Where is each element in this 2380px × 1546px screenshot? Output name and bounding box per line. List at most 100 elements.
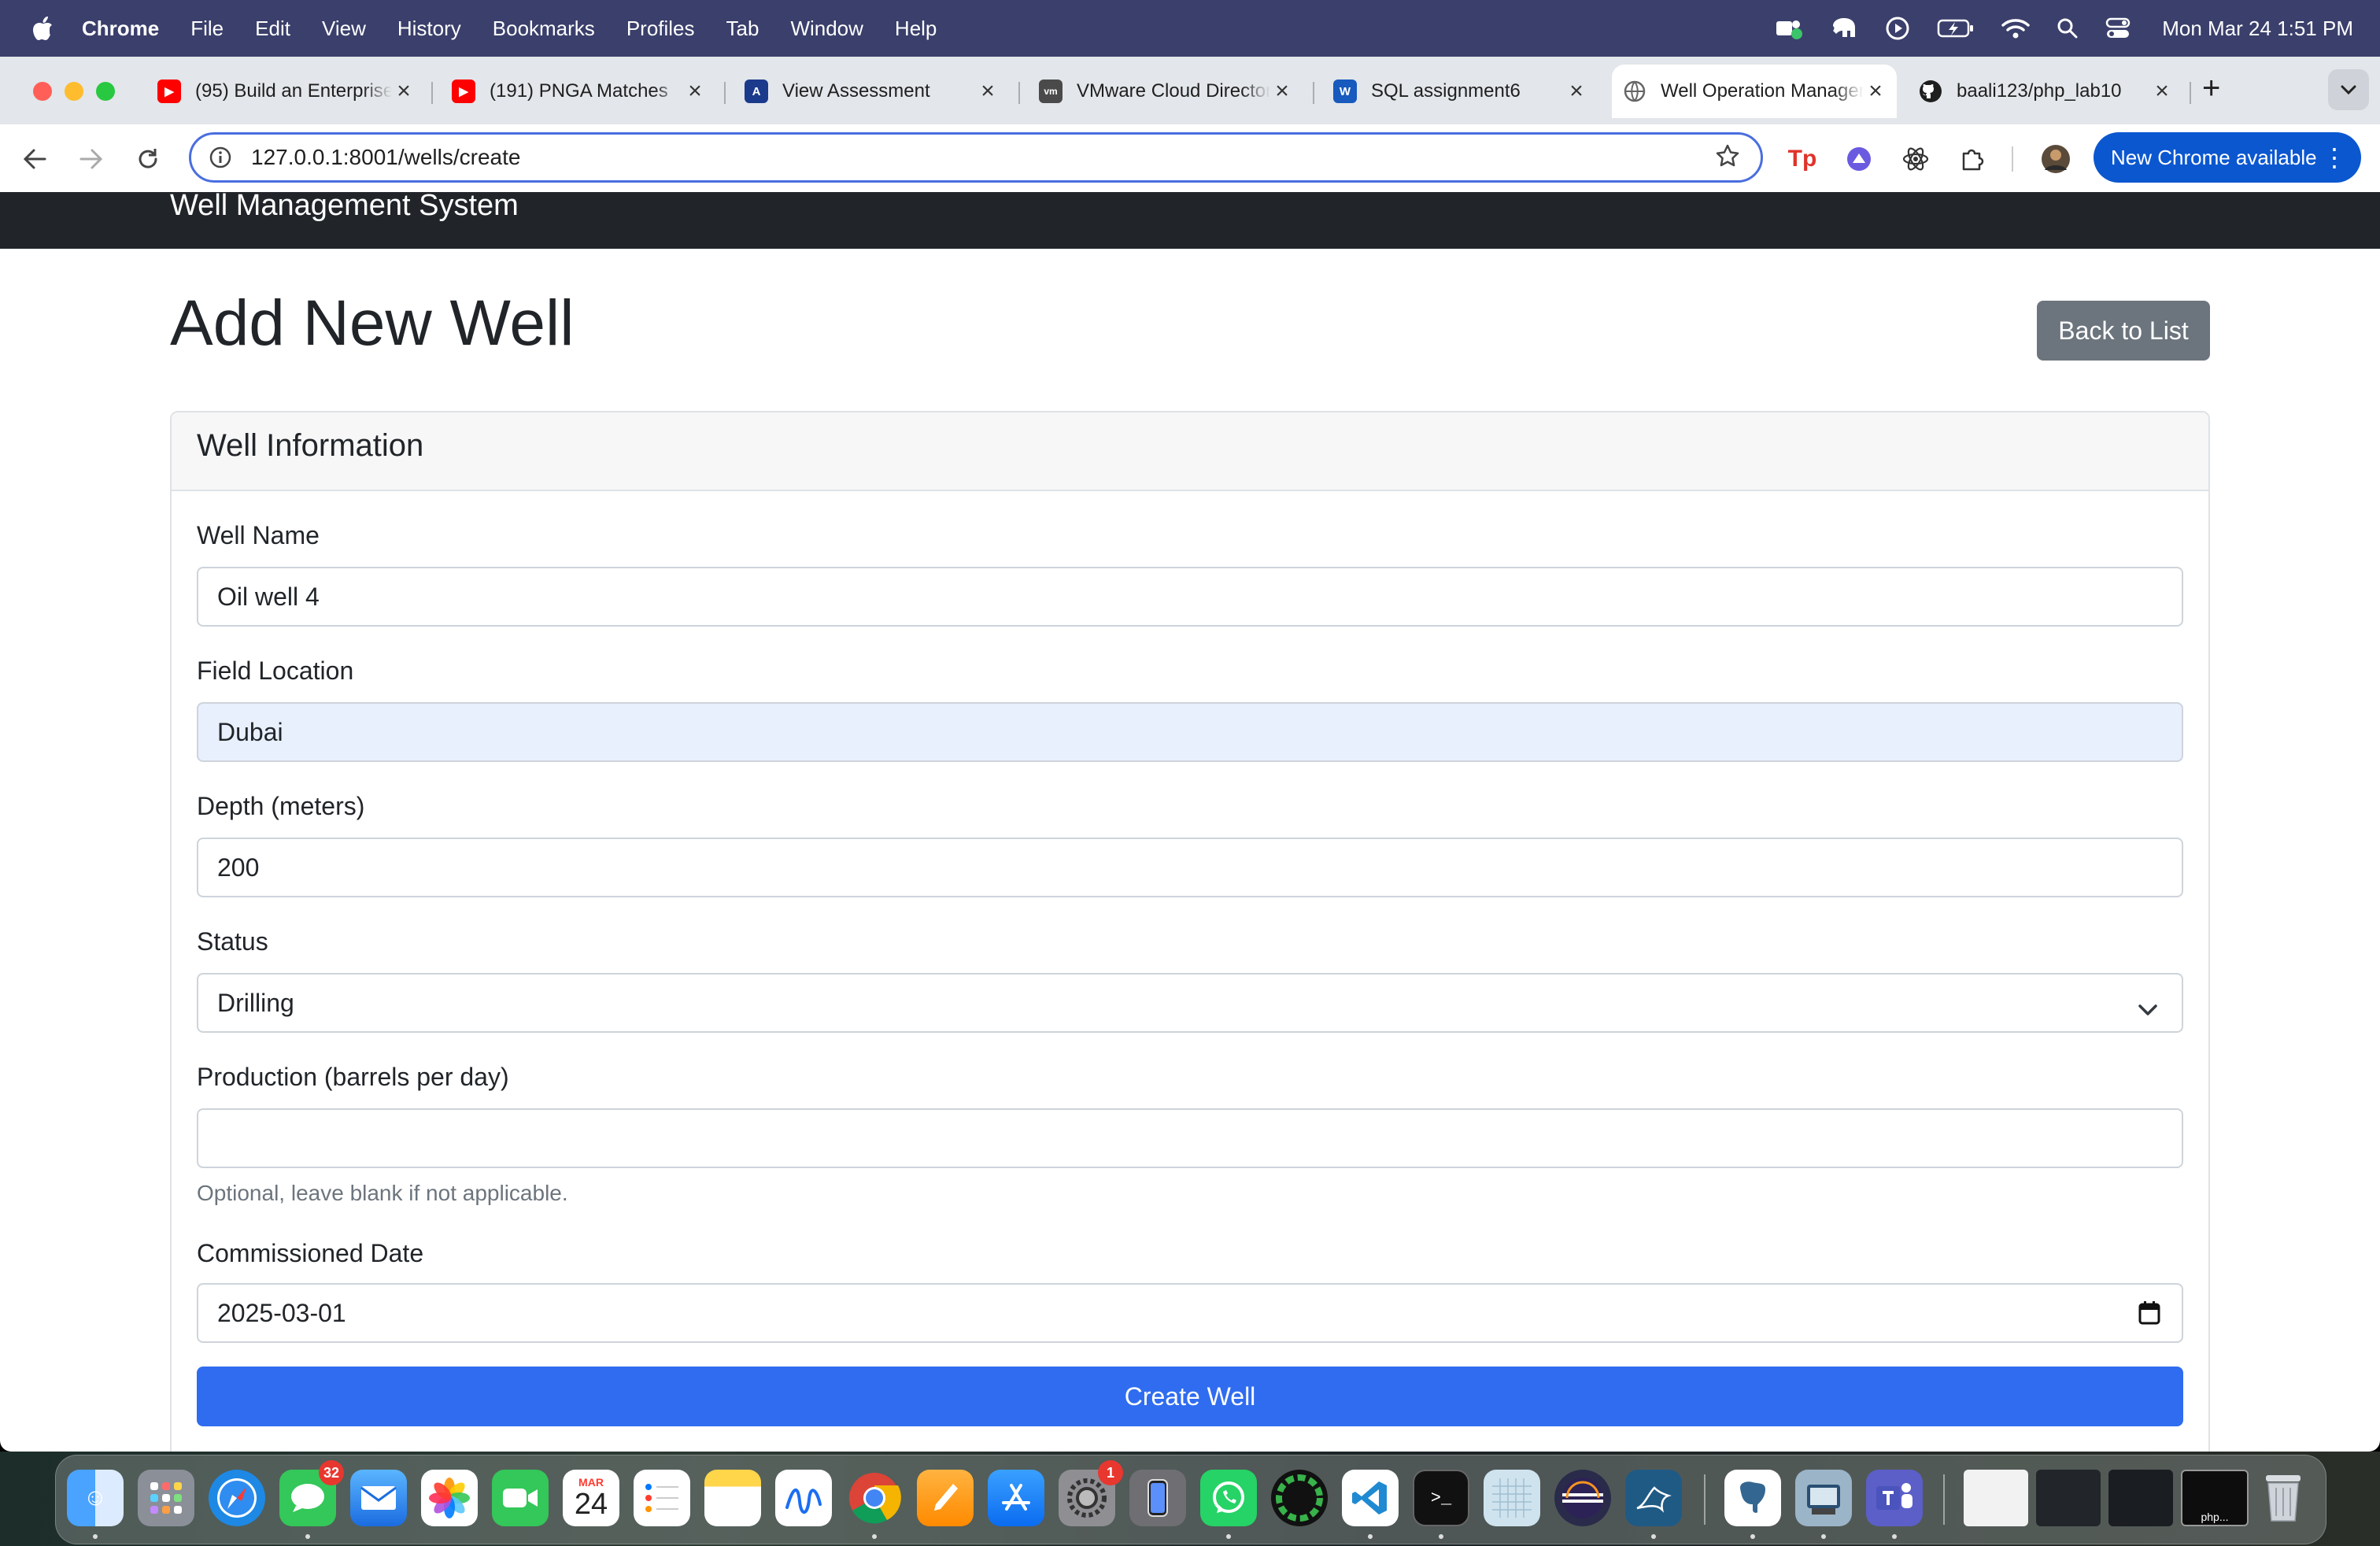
tab-close-icon[interactable]: × bbox=[1270, 78, 1294, 105]
teams-icon[interactable] bbox=[1866, 1470, 1923, 1526]
whatsapp-icon[interactable] bbox=[1200, 1470, 1257, 1526]
tab-close-icon[interactable]: × bbox=[1864, 78, 1887, 105]
vmware-icon: vm bbox=[1039, 80, 1062, 103]
window-minimize-icon[interactable] bbox=[65, 82, 83, 101]
facetime-icon[interactable] bbox=[492, 1470, 549, 1526]
react-devtools-icon[interactable] bbox=[1900, 143, 1931, 175]
new-chrome-available-button[interactable]: New Chrome available ⋮ bbox=[2094, 132, 2361, 183]
field-location-input[interactable]: Dubai bbox=[197, 702, 2183, 762]
thumbnail-label: php... bbox=[2201, 1511, 2229, 1523]
window-close-icon[interactable] bbox=[33, 82, 52, 101]
tab-sql-assignment[interactable]: W SQL assignment6 × bbox=[1322, 65, 1598, 118]
control-center-icon[interactable] bbox=[2105, 17, 2131, 39]
tab-close-icon[interactable]: × bbox=[683, 78, 707, 105]
status-select[interactable]: Drilling bbox=[197, 973, 2183, 1033]
apple-logo-icon[interactable] bbox=[31, 15, 55, 42]
app-store-icon[interactable] bbox=[988, 1470, 1044, 1526]
well-name-input[interactable]: Oil well 4 bbox=[197, 567, 2183, 627]
menu-view[interactable]: View bbox=[322, 17, 366, 41]
mysql-workbench-icon[interactable] bbox=[1625, 1470, 1682, 1526]
tab-search-chevron-icon[interactable] bbox=[2328, 69, 2369, 110]
navbar-brand[interactable]: Well Management System bbox=[170, 192, 519, 223]
settings-badge: 1 bbox=[1098, 1460, 1123, 1485]
window-thumbnail-editor[interactable] bbox=[2036, 1470, 2101, 1526]
extension-purple-icon[interactable] bbox=[1843, 143, 1875, 175]
trash-icon[interactable] bbox=[2255, 1470, 2312, 1526]
menu-edit[interactable]: Edit bbox=[255, 17, 290, 41]
kebab-menu-icon[interactable]: ⋮ bbox=[2322, 145, 2347, 170]
battery-charging-icon[interactable] bbox=[1937, 18, 1975, 39]
tab-well-operation[interactable]: Well Operation Management × bbox=[1612, 65, 1897, 118]
commissioned-date-input[interactable]: 2025-03-01 bbox=[197, 1283, 2183, 1343]
wifi-icon[interactable] bbox=[2001, 17, 2030, 39]
menu-tab[interactable]: Tab bbox=[726, 17, 759, 41]
back-to-list-button[interactable]: Back to List bbox=[2037, 301, 2210, 361]
reload-icon[interactable] bbox=[131, 142, 165, 176]
menubar-clock[interactable]: Mon Mar 24 1:51 PM bbox=[2162, 17, 2353, 41]
teams-status-icon[interactable] bbox=[1775, 17, 1803, 40]
play-circle-icon[interactable] bbox=[1885, 16, 1910, 41]
freeform-icon[interactable] bbox=[775, 1470, 832, 1526]
spotlight-search-icon[interactable] bbox=[2057, 17, 2079, 39]
window-thumbnail-vscode[interactable] bbox=[2108, 1470, 2173, 1526]
finder-icon[interactable]: ☺ bbox=[67, 1470, 124, 1526]
photos-icon[interactable] bbox=[421, 1470, 478, 1526]
mail-icon[interactable] bbox=[350, 1470, 407, 1526]
calendar-icon[interactable] bbox=[2138, 1300, 2161, 1332]
calendar-app-icon[interactable]: MAR 24 bbox=[563, 1470, 619, 1526]
pgadmin-icon[interactable] bbox=[1795, 1470, 1852, 1526]
menu-window[interactable]: Window bbox=[790, 17, 863, 41]
tab-youtube-enterprise[interactable]: ▶ (95) Build an Enterprise × bbox=[146, 65, 425, 118]
profile-avatar[interactable] bbox=[2040, 143, 2071, 175]
notes-icon[interactable] bbox=[704, 1470, 761, 1526]
menu-history[interactable]: History bbox=[397, 17, 461, 41]
tab-title: (191) PNGA Matches bbox=[490, 80, 668, 102]
window-zoom-icon[interactable] bbox=[96, 82, 115, 101]
menu-file[interactable]: File bbox=[190, 17, 224, 41]
tab-github[interactable]: baali123/php_lab10 × bbox=[1908, 65, 2183, 118]
running-indicator bbox=[872, 1534, 877, 1539]
extensions-puzzle-icon[interactable] bbox=[1957, 143, 1988, 175]
site-info-icon[interactable] bbox=[209, 146, 232, 169]
window-thumbnail-terminal[interactable]: php... bbox=[2181, 1470, 2249, 1526]
launchpad-icon[interactable] bbox=[138, 1470, 194, 1526]
menu-bookmarks[interactable]: Bookmarks bbox=[493, 17, 595, 41]
bookmark-star-icon[interactable] bbox=[1715, 143, 1740, 172]
elephant-app-icon[interactable] bbox=[1830, 17, 1858, 40]
postgresql-icon[interactable] bbox=[1724, 1470, 1781, 1526]
create-well-button[interactable]: Create Well bbox=[197, 1367, 2183, 1426]
card-title: Well Information bbox=[197, 428, 424, 463]
tab-close-icon[interactable]: × bbox=[1565, 78, 1588, 105]
menu-help[interactable]: Help bbox=[895, 17, 937, 41]
menu-profiles[interactable]: Profiles bbox=[626, 17, 695, 41]
terminal-icon[interactable]: >_ bbox=[1413, 1470, 1469, 1526]
screen-sharing-icon[interactable] bbox=[1484, 1470, 1540, 1526]
running-indicator bbox=[1439, 1534, 1443, 1539]
forward-arrow-icon[interactable] bbox=[74, 142, 109, 176]
pages-icon[interactable] bbox=[917, 1470, 974, 1526]
back-arrow-icon[interactable] bbox=[17, 142, 52, 176]
activity-ring-icon[interactable] bbox=[1271, 1470, 1328, 1526]
tab-youtube-pnga[interactable]: ▶ (191) PNGA Matches × bbox=[441, 65, 716, 118]
chevron-down-icon bbox=[2138, 993, 2158, 1023]
tab-view-assessment[interactable]: A View Assessment × bbox=[734, 65, 1009, 118]
depth-input[interactable]: 200 bbox=[197, 838, 2183, 897]
safari-icon[interactable] bbox=[209, 1470, 265, 1526]
menu-app-name[interactable]: Chrome bbox=[82, 17, 159, 41]
tab-vmware[interactable]: vm VMware Cloud Director × bbox=[1028, 65, 1303, 118]
reminders-icon[interactable] bbox=[634, 1470, 690, 1526]
tab-close-icon[interactable]: × bbox=[976, 78, 1000, 105]
iphone-mirroring-icon[interactable] bbox=[1129, 1470, 1186, 1526]
new-tab-plus-icon[interactable]: + bbox=[2202, 72, 2220, 104]
chrome-icon[interactable] bbox=[846, 1470, 903, 1526]
running-indicator bbox=[1892, 1534, 1897, 1539]
production-input[interactable] bbox=[197, 1108, 2183, 1168]
address-bar[interactable]: 127.0.0.1:8001/wells/create bbox=[189, 132, 1763, 183]
window-thumbnail-spreadsheet[interactable] bbox=[1964, 1470, 2028, 1526]
tab-close-icon[interactable]: × bbox=[392, 78, 416, 105]
eclipse-icon[interactable] bbox=[1554, 1470, 1611, 1526]
tab-close-icon[interactable]: × bbox=[2150, 78, 2174, 105]
address-url[interactable]: 127.0.0.1:8001/wells/create bbox=[251, 145, 1715, 170]
extension-tp-icon[interactable]: Tp bbox=[1787, 143, 1818, 175]
vscode-icon[interactable] bbox=[1342, 1470, 1399, 1526]
